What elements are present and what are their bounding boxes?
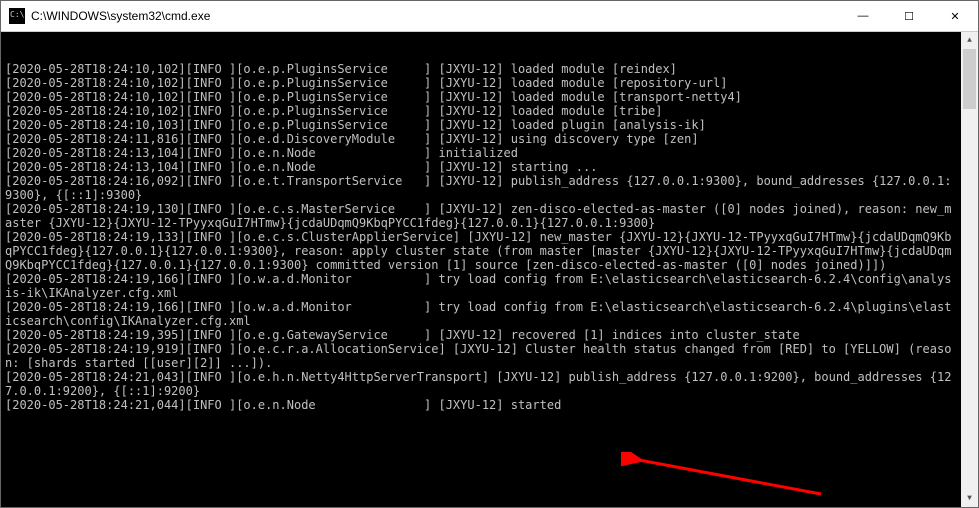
scroll-track[interactable] — [961, 49, 978, 490]
scroll-down-button[interactable]: ▼ — [961, 490, 978, 507]
cmd-icon — [9, 8, 25, 24]
vertical-scrollbar[interactable]: ▲ ▼ — [961, 32, 978, 507]
console-line: [2020-05-28T18:24:13,104][INFO ][o.e.n.N… — [5, 146, 957, 160]
console-area: [2020-05-28T18:24:10,102][INFO ][o.e.p.P… — [1, 32, 978, 507]
scroll-thumb[interactable] — [963, 49, 976, 109]
annotation-arrow-icon — [621, 452, 831, 502]
console-line: [2020-05-28T18:24:13,104][INFO ][o.e.n.N… — [5, 160, 957, 174]
console-line: [2020-05-28T18:24:16,092][INFO ][o.e.t.T… — [5, 174, 957, 202]
maximize-button[interactable]: ☐ — [886, 1, 932, 31]
minimize-button[interactable]: — — [840, 1, 886, 31]
console-line: [2020-05-28T18:24:19,919][INFO ][o.e.c.r… — [5, 342, 957, 370]
console-line: [2020-05-28T18:24:21,044][INFO ][o.e.n.N… — [5, 398, 957, 412]
console-line: [2020-05-28T18:24:11,816][INFO ][o.e.d.D… — [5, 132, 957, 146]
console-line: [2020-05-28T18:24:21,043][INFO ][o.e.h.n… — [5, 370, 957, 398]
console-line: [2020-05-28T18:24:19,166][INFO ][o.w.a.d… — [5, 300, 957, 328]
console-line: [2020-05-28T18:24:10,102][INFO ][o.e.p.P… — [5, 104, 957, 118]
console-line: [2020-05-28T18:24:19,395][INFO ][o.e.g.G… — [5, 328, 957, 342]
console-line: [2020-05-28T18:24:10,102][INFO ][o.e.p.P… — [5, 62, 957, 76]
console-line: [2020-05-28T18:24:19,133][INFO ][o.e.c.s… — [5, 230, 957, 272]
window-title: C:\WINDOWS\system32\cmd.exe — [31, 9, 840, 23]
console-line: [2020-05-28T18:24:19,130][INFO ][o.e.c.s… — [5, 202, 957, 230]
console-line: [2020-05-28T18:24:10,102][INFO ][o.e.p.P… — [5, 76, 957, 90]
console-output[interactable]: [2020-05-28T18:24:10,102][INFO ][o.e.p.P… — [1, 32, 961, 507]
scroll-up-button[interactable]: ▲ — [961, 32, 978, 49]
window-controls: — ☐ ✕ — [840, 1, 978, 31]
console-line: [2020-05-28T18:24:19,166][INFO ][o.w.a.d… — [5, 272, 957, 300]
console-line: [2020-05-28T18:24:10,103][INFO ][o.e.p.P… — [5, 118, 957, 132]
cmd-window: C:\WINDOWS\system32\cmd.exe — ☐ ✕ [2020-… — [0, 0, 979, 508]
titlebar[interactable]: C:\WINDOWS\system32\cmd.exe — ☐ ✕ — [1, 1, 978, 32]
close-button[interactable]: ✕ — [932, 1, 978, 31]
console-line: [2020-05-28T18:24:10,102][INFO ][o.e.p.P… — [5, 90, 957, 104]
